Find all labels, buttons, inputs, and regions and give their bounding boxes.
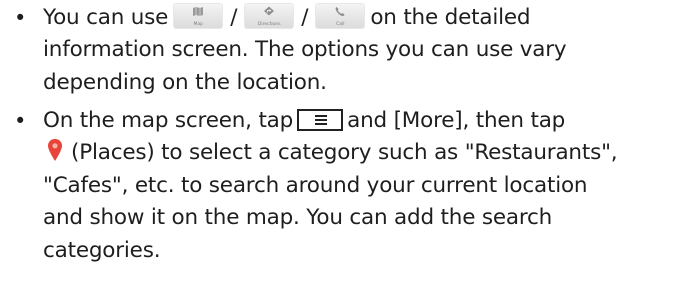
- text-run: On the map screen, tap: [43, 108, 294, 133]
- call-button: Call: [316, 4, 365, 28]
- instruction-text: • You can use Map / Directions / Call on the d…: [0, 0, 685, 302]
- text-line: You can use Map / Directions / Call on the det…: [43, 2, 683, 34]
- text-run: on the detailed: [370, 5, 531, 30]
- text-line: (Places) to select a category such as "R…: [43, 137, 683, 169]
- directions-button: Directions: [245, 4, 294, 28]
- separator: /: [230, 5, 238, 30]
- text-line: On the map screen, tap and [More], then t…: [43, 105, 683, 137]
- text-line: "Cafes", etc. to search around your curr…: [43, 172, 588, 198]
- call-button-label: Call: [336, 22, 345, 27]
- list-item-text: You can use Map / Directions / Call on the det…: [43, 2, 683, 99]
- separator: /: [301, 5, 309, 30]
- text-line: categories.: [43, 237, 161, 263]
- text-line: depending on the location.: [43, 69, 327, 95]
- directions-button-label: Directions: [257, 22, 281, 27]
- list-item: • On the map screen, tap and [More], then…: [14, 105, 679, 300]
- directions-icon: [264, 6, 275, 16]
- menu-key-icon: [297, 109, 344, 131]
- list-item-text: On the map screen, tap and [More], then t…: [43, 105, 683, 267]
- text-line: information screen. The options you can …: [43, 37, 567, 63]
- map-pin-icon: [48, 139, 62, 162]
- list-item: • You can use Map / Directions / Call on the d…: [14, 2, 679, 102]
- bullet-dot: •: [14, 109, 27, 133]
- map-button: Map: [174, 4, 223, 28]
- phone-icon: [335, 7, 345, 17]
- text-run: You can use: [43, 5, 169, 30]
- text-run: (Places) to select a category such as "R…: [71, 140, 618, 166]
- bullet-dot: •: [14, 6, 27, 30]
- map-button-label: Map: [193, 22, 203, 27]
- text-line: and show it on the map. You can add the …: [43, 205, 553, 231]
- map-icon: [193, 7, 204, 16]
- text-run: and [More], then tap: [347, 108, 566, 133]
